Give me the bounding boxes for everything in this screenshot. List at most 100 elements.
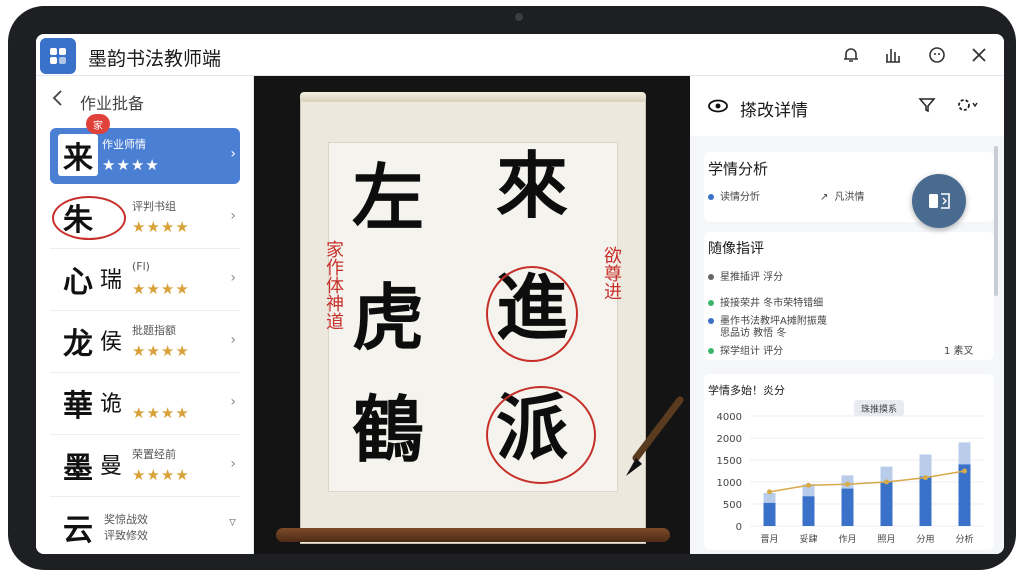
item-label: 作业师情 [102, 138, 146, 151]
notification-badge: 家 [86, 114, 110, 134]
calligraphy-char-1: 左 [352, 155, 425, 240]
profile-icon[interactable] [926, 44, 948, 66]
calligraphy-scroll: 左 來 虎 進 鶴 派 家作体神道 欲尊进 [300, 96, 646, 544]
red-circle-mark [52, 196, 126, 240]
legend-tag: 珠推摸系 [861, 403, 897, 415]
y-tick-label: 500 [723, 500, 742, 511]
glyph-thumbnail: 龙 [63, 327, 93, 362]
glyph-secondary: 侯 [100, 330, 123, 355]
detail-header: 搽改详情 [690, 76, 1004, 136]
chevron-right-icon: › [230, 146, 236, 162]
item-label: (Fl) [132, 260, 150, 273]
scrollbar[interactable] [994, 146, 998, 296]
review-title: 随像指评 [708, 241, 764, 257]
artwork-viewer[interactable]: 左 來 虎 進 鶴 派 家作体神道 欲尊进 [254, 76, 690, 554]
chart-card: 学情多始！炎分 0 500 1000 1500 2000 4000 晋月 妥肆 作月 照月 分用 分析… [704, 374, 994, 550]
item-label: 批题指额 [132, 324, 176, 337]
y-tick-label: 4000 [717, 412, 742, 423]
divider [50, 310, 240, 311]
app-title: 墨韵书法教师端 [88, 48, 222, 70]
assignment-item-2[interactable]: 朱 评判书组 ★★★★ › [50, 190, 240, 246]
eye-icon [708, 98, 728, 117]
back-arrow-icon[interactable] [48, 88, 68, 108]
compare-button[interactable] [912, 174, 966, 228]
glyph-thumbnail: 墨 [63, 451, 93, 486]
glyph-secondary: 曼 [100, 454, 123, 479]
assignment-list-panel: 作业批备 来 作业师情 ★★★★ › 家 朱 评判书组 ★★★★ › 心 瑞 (… [36, 76, 254, 554]
left-panel-header: 作业批备 [36, 76, 254, 122]
x-tick-label: 分用 [916, 534, 934, 545]
glyph-thumbnail: 心 [63, 265, 93, 300]
x-tick-label: 照月 [877, 534, 895, 545]
line-point [923, 475, 928, 481]
brush-icon [626, 396, 684, 476]
chevron-down-icon: ▿ [228, 514, 236, 530]
glyph-thumbnail: 云 [63, 513, 93, 548]
calligraphy-char-2: 來 [496, 143, 569, 228]
y-tick-label: 1500 [717, 456, 742, 467]
chevron-right-icon: › [230, 394, 236, 410]
x-tick-label: 妥肆 [799, 533, 817, 545]
line-point [884, 479, 889, 485]
item-label: 评判书组 [132, 200, 176, 213]
y-tick-label: 2000 [717, 434, 742, 445]
rating-stars: ★★★★ [132, 218, 190, 236]
assignment-item-5[interactable]: 華 诡 ★★★★ › [50, 376, 240, 432]
bar [919, 476, 932, 526]
line-point [767, 489, 772, 495]
bar [763, 502, 776, 526]
title-bar: 墨韵书法教师端 [36, 34, 1004, 76]
x-tick-label: 晋月 [760, 534, 778, 545]
review-count: 1 素叉 [944, 346, 974, 357]
review-line-1: 星推插评 浮分 [708, 268, 783, 283]
assignment-item-6[interactable]: 墨 曼 荣置经前 ★★★★ › [50, 438, 240, 494]
close-icon[interactable] [968, 44, 990, 66]
chevron-right-icon: › [230, 270, 236, 286]
chevron-right-icon: › [230, 456, 236, 472]
glyph-secondary: 诡 [100, 392, 123, 417]
bar [802, 496, 815, 526]
assignment-item-1[interactable]: 来 作业师情 ★★★★ › [50, 128, 240, 184]
y-tick-label: 0 [736, 522, 742, 533]
calligraphy-char-5: 鶴 [352, 387, 425, 472]
red-circle-mark [486, 266, 578, 362]
scroll-bottom-rod [276, 528, 670, 542]
chevron-right-icon: › [230, 332, 236, 348]
item-label: 荣置经前 [132, 448, 176, 461]
series-line [769, 470, 965, 493]
rating-stars: ★★★★ [132, 280, 190, 298]
scroll-top-rod [300, 92, 646, 102]
glyph-thumbnail: 華 [63, 389, 93, 424]
analysis-tab-1[interactable]: 读情分忻 [708, 188, 760, 203]
chevron-right-icon: › [230, 208, 236, 224]
divider [50, 434, 240, 435]
glyph-thumbnail: 来 [58, 134, 98, 176]
stats-icon[interactable] [882, 44, 904, 66]
analysis-title: 学情分析 [708, 160, 769, 178]
line-point [962, 468, 967, 474]
line-point [806, 482, 811, 488]
review-line-5: 探学组计 评分 [708, 342, 783, 357]
analysis-tab-2[interactable]: ↗ 凡洪情 [820, 188, 864, 203]
x-tick-label: 作月 [838, 533, 856, 545]
filter-icon[interactable] [918, 96, 936, 118]
assignment-item-4[interactable]: 龙 侯 批题指额 ★★★★ › [50, 314, 240, 370]
bar [841, 488, 854, 526]
glyph-secondary: 瑞 [100, 268, 123, 293]
divider [50, 248, 240, 249]
divider [50, 496, 240, 497]
red-circle-mark [486, 386, 596, 484]
item-label: 奖惊战效 评致修效 [104, 513, 148, 542]
assignment-item-7[interactable]: 云 奖惊战效 评致修效 ▿ [50, 500, 240, 554]
rating-stars: ★★★★ [132, 466, 190, 484]
rating-stars: ★★★★ [102, 156, 160, 174]
calligraphy-char-3: 虎 [352, 275, 425, 360]
settings-icon[interactable] [956, 96, 978, 118]
assignment-item-3[interactable]: 心 瑞 (Fl) ★★★★ › [50, 252, 240, 308]
app-logo-icon [40, 38, 76, 74]
bar [880, 482, 893, 526]
bell-icon[interactable] [840, 44, 862, 66]
review-line-2: 接接荣井 冬市荣特错细 [708, 294, 823, 309]
detail-panel: 搽改详情 学情分析 读情分忻 ↗ 凡洪情 随像指评 星推插评 浮分 接接荣井 冬市… [690, 76, 1004, 554]
review-card: 随像指评 星推插评 浮分 接接荣井 冬市荣特错细 墨作书法教坪A摊附振蔑 思品访… [704, 232, 994, 360]
